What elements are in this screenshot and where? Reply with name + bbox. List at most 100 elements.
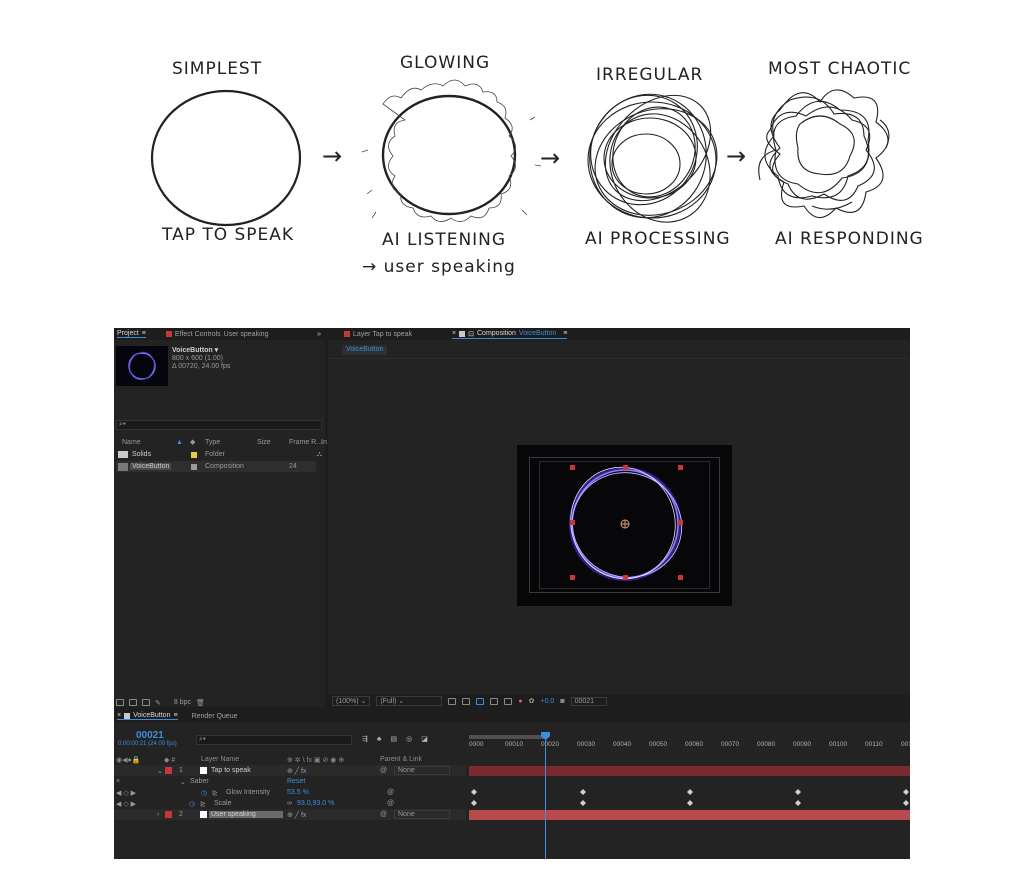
project-item-name: VoiceButton	[130, 463, 172, 470]
pickwhip-icon[interactable]: @	[380, 767, 387, 774]
layer-bar[interactable]	[469, 810, 910, 820]
tab-effect-controls[interactable]: Effect Controls User speaking	[165, 330, 269, 338]
time-ruler[interactable]: 0000 00010 00020 00030 00040 00050 00060 00070 0…	[469, 731, 910, 751]
new-folder-icon[interactable]	[129, 699, 137, 706]
effect-row[interactable]: × ⌄ Saber Reset	[114, 776, 466, 787]
sort-ascending-icon[interactable]: ▲	[176, 439, 183, 446]
comp-breadcrumb[interactable]: VoiceButton	[342, 345, 388, 355]
frame-blending-icon[interactable]: ▤	[390, 735, 397, 743]
keyframe-track[interactable]	[469, 798, 910, 808]
layer-label-swatch[interactable]	[165, 811, 172, 818]
expand-chevron-icon[interactable]: ⌄	[180, 778, 186, 786]
property-row[interactable]: ◀ ◇ ▶ ◷ ⊵ Glow Intensity 53.5 % @	[114, 787, 466, 798]
graph-editor-icon[interactable]: ◪	[421, 735, 428, 743]
col-size[interactable]: Size	[257, 439, 271, 446]
comp-mini-flowchart-icon[interactable]: ⇶	[362, 735, 368, 743]
property-row[interactable]: ◀ ◇ ▶ ◷ ⊵ Scale ∞ 93.0,93.0 % @	[114, 798, 466, 809]
tab-layer[interactable]: Layer Tap to speak	[344, 331, 412, 338]
bit-depth-button[interactable]: 8 bpc	[174, 699, 191, 706]
pickwhip-icon[interactable]: @	[380, 811, 387, 818]
region-of-interest-icon[interactable]	[476, 697, 485, 705]
tab-effect-controls-label: Effect Controls	[174, 330, 221, 338]
fast-preview-icon[interactable]	[448, 697, 457, 705]
panel-menu-icon[interactable]: ≡	[563, 330, 567, 337]
layer-switches[interactable]: ⊕ ╱ fx	[287, 811, 306, 819]
resolution-select[interactable]: (Full) ⌄	[376, 696, 443, 706]
exposure-value[interactable]: +0.0	[541, 698, 555, 705]
sketch-note: → user speaking	[362, 257, 516, 277]
tab-project[interactable]: Project ≡	[117, 330, 146, 338]
col-frame-rate[interactable]: Frame R...	[289, 439, 322, 446]
col-name[interactable]: Name	[122, 439, 141, 446]
layer-row[interactable]: › 2 User speaking ⊕ ╱ fx @ None	[114, 809, 466, 820]
close-icon[interactable]: ×	[117, 712, 121, 719]
overflow-icon[interactable]: »	[317, 331, 321, 338]
collapse-chevron-icon[interactable]: ⌄	[157, 767, 163, 775]
comp-info-name[interactable]: VoiceButton ▾	[172, 347, 230, 355]
graph-icon[interactable]: ⊵	[212, 789, 218, 797]
motion-blur-icon[interactable]: ◎	[406, 735, 412, 743]
flowchart-icon[interactable]: ⛬	[317, 451, 322, 459]
current-time-display[interactable]: 00021 0:00:00:21 (24.00 fps)	[118, 731, 177, 749]
trash-icon[interactable]: 🗑	[196, 699, 205, 707]
transparency-grid-icon[interactable]	[462, 697, 471, 705]
flowchart-pen-icon[interactable]: ✎	[155, 699, 161, 707]
shy-icon[interactable]: ♣	[377, 736, 382, 743]
timeline-toolbar: ⇶ ♣ ▤ ◎ ◪	[362, 735, 462, 744]
tab-composition[interactable]: × ⊡ Composition VoiceButton ≡	[452, 330, 568, 339]
graph-icon[interactable]: ⊵	[200, 800, 206, 808]
zoom-select[interactable]: (100%) ⌄	[332, 696, 371, 706]
interpret-footage-icon[interactable]	[116, 699, 124, 706]
keyframe-track[interactable]	[469, 787, 910, 797]
layer-bar[interactable]	[469, 766, 910, 776]
panel-menu-icon[interactable]: ≡	[173, 712, 177, 719]
tab-render-queue[interactable]: Render Queue	[192, 713, 238, 720]
stopwatch-icon[interactable]: ◷	[189, 800, 195, 808]
stopwatch-icon[interactable]: ◷	[201, 789, 207, 797]
keyframe-nav[interactable]: ◀ ◇ ▶	[116, 800, 136, 808]
pickwhip-icon[interactable]: @	[387, 789, 394, 796]
pickwhip-icon[interactable]: @	[387, 800, 394, 807]
expand-chevron-icon[interactable]: ›	[157, 811, 159, 818]
panel-menu-icon[interactable]: ≡	[142, 330, 146, 337]
project-search-input[interactable]: ⌕▾	[116, 420, 322, 430]
grid-guides-icon[interactable]	[504, 697, 513, 705]
layer-label-swatch[interactable]	[165, 767, 172, 774]
label-tag-icon[interactable]: ◆	[190, 438, 195, 446]
col-in[interactable]: In	[321, 439, 327, 446]
property-value[interactable]: 53.5 %	[287, 789, 309, 796]
color-channels-icon[interactable]: ●	[518, 698, 522, 705]
col-type[interactable]: Type	[205, 439, 220, 446]
link-icon[interactable]: ∞	[287, 800, 292, 807]
layer-switches[interactable]: ⊕ ╱ fx	[287, 767, 306, 775]
new-composition-icon[interactable]	[142, 699, 150, 706]
comp-canvas[interactable]	[517, 445, 732, 606]
work-area-bar[interactable]	[469, 735, 547, 739]
lock-icon[interactable]	[459, 330, 466, 337]
ruler-tick-label: 00050	[649, 741, 668, 748]
parent-select[interactable]: None	[394, 766, 450, 775]
composition-icon: ⊡	[468, 330, 474, 338]
layer-row[interactable]: ⌄ 1 Tap to speak ⊕ ╱ fx @ None	[114, 765, 466, 776]
parent-select[interactable]: None	[394, 810, 450, 819]
effect-reset-link[interactable]: Reset	[287, 778, 305, 785]
col-layer-name[interactable]: Layer Name	[201, 756, 239, 763]
property-value[interactable]: 93.0,93.0 %	[297, 800, 334, 807]
playhead[interactable]	[545, 732, 546, 859]
project-item[interactable]: Solids Folder ⛬	[114, 449, 325, 460]
snapshot-icon[interactable]: ◙	[560, 698, 564, 705]
timeline-search-input[interactable]: ⌕▾	[196, 735, 352, 745]
tab-effect-controls-layer: User speaking	[223, 330, 269, 338]
layer-name[interactable]: User speaking	[209, 811, 283, 818]
exposure-icon[interactable]: ✿	[529, 697, 535, 705]
tab-timeline-voicebutton[interactable]: × VoiceButton ≡	[117, 712, 178, 720]
viewer-timecode[interactable]: 00021	[570, 696, 608, 706]
col-parent[interactable]: Parent & Link	[380, 756, 422, 763]
project-item[interactable]: VoiceButton Composition 24	[114, 461, 325, 472]
layer-name[interactable]: Tap to speak	[211, 767, 251, 774]
mask-visibility-icon[interactable]	[490, 697, 499, 705]
fx-toggle-icon[interactable]: ×	[116, 778, 120, 785]
close-icon[interactable]: ×	[452, 330, 456, 337]
parent-value: None	[398, 811, 415, 818]
keyframe-nav[interactable]: ◀ ◇ ▶	[116, 789, 136, 797]
